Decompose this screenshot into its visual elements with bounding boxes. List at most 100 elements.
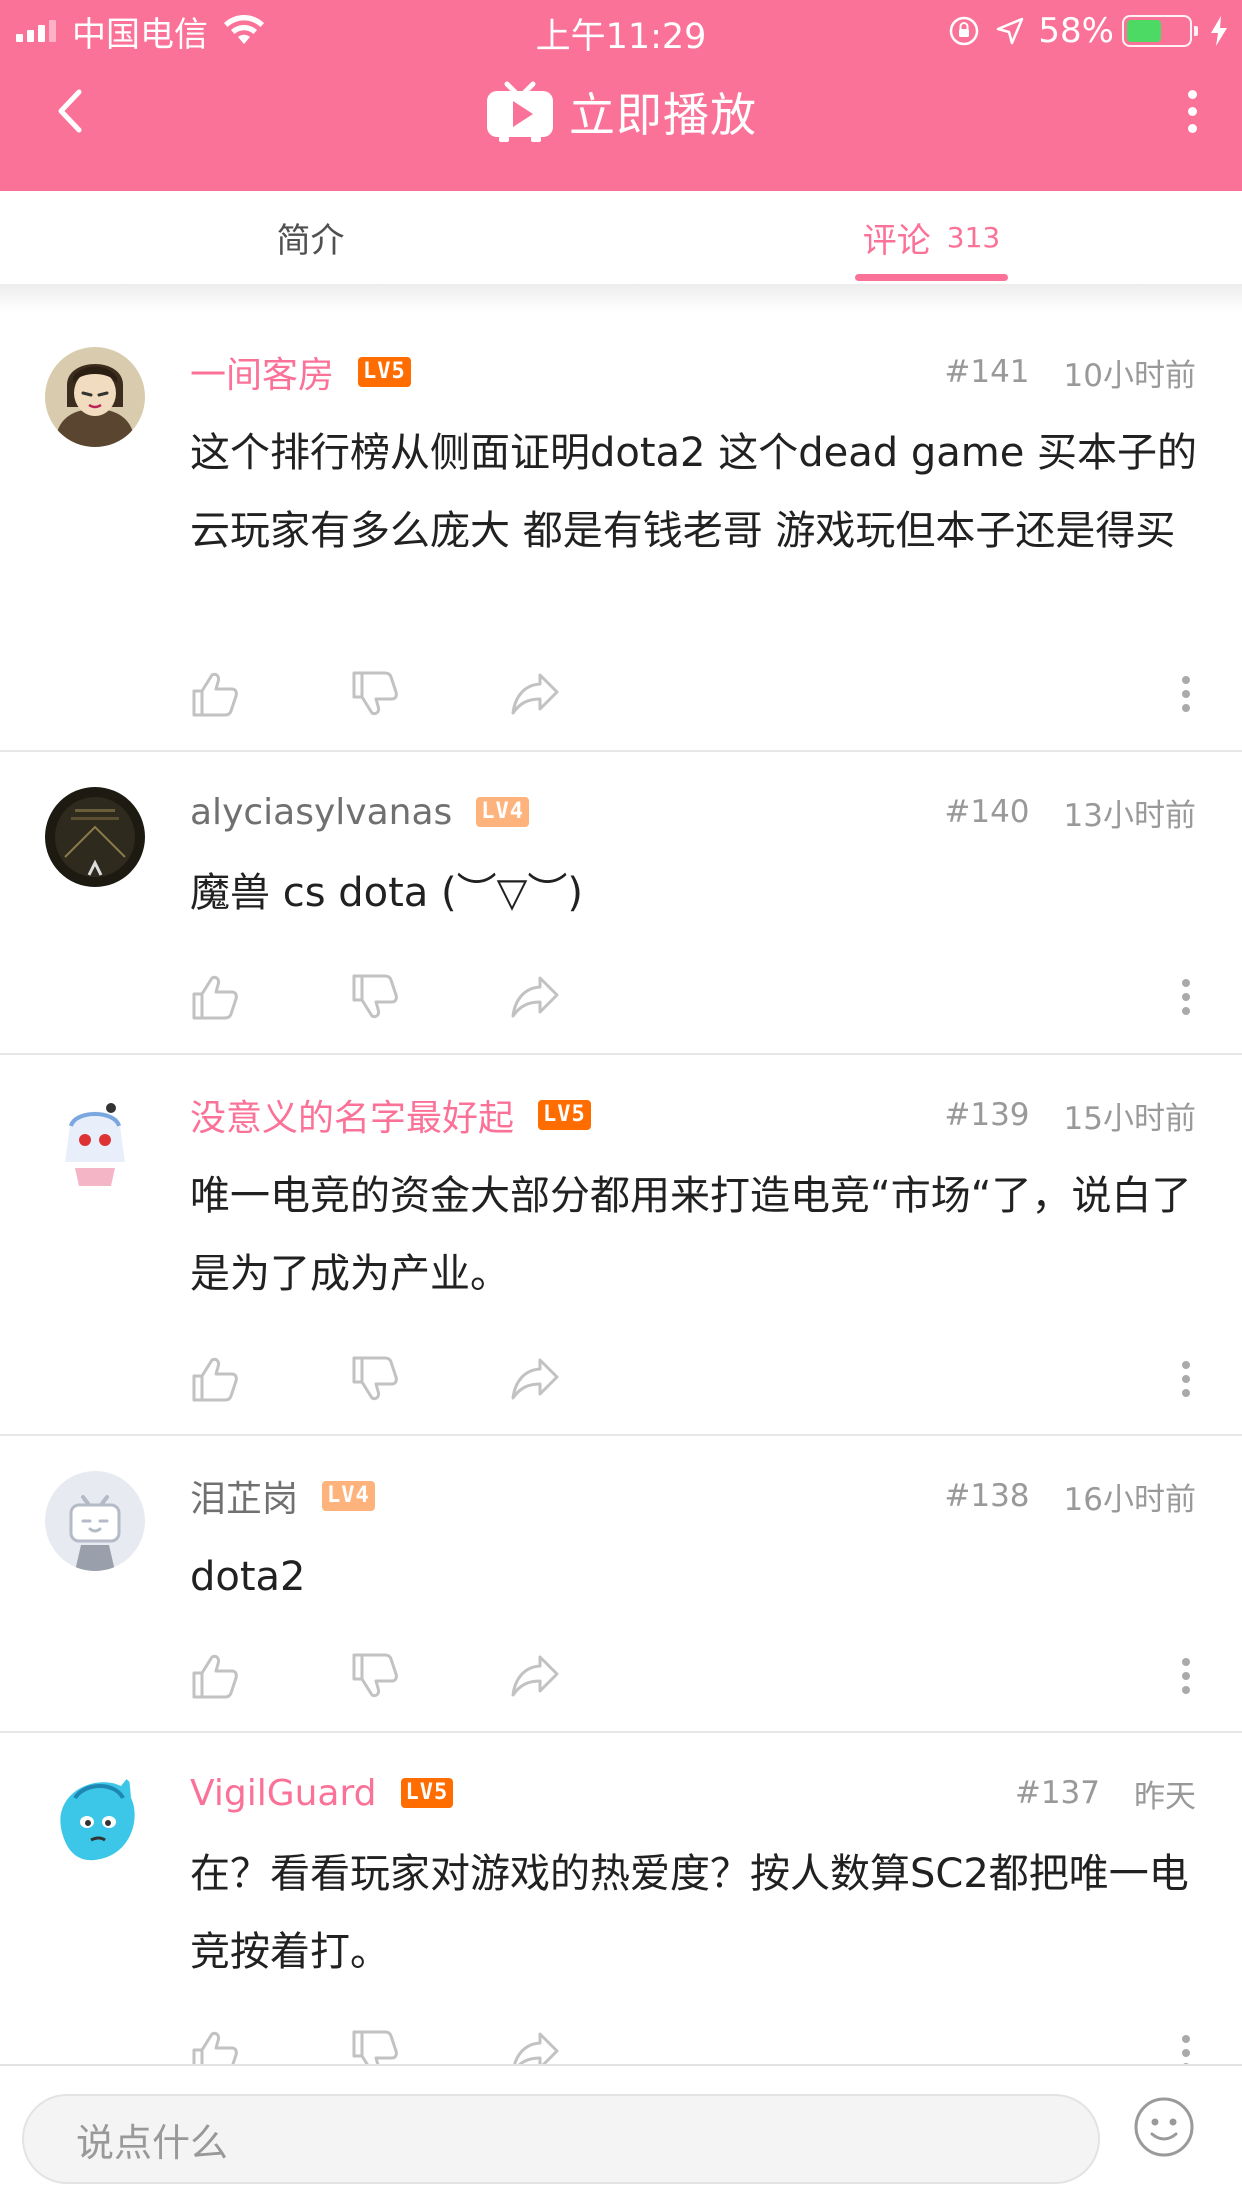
dislike-button[interactable] bbox=[350, 1651, 400, 1701]
play-now-button[interactable]: 立即播放 bbox=[0, 72, 1242, 152]
like-icon bbox=[192, 2031, 238, 2064]
status-right: 58% bbox=[934, 10, 1230, 52]
comment-more-button[interactable] bbox=[1176, 1651, 1196, 1701]
comment-meta: #140 13小时前 bbox=[944, 790, 1196, 835]
dislike-button[interactable] bbox=[350, 669, 400, 719]
comment-item: 泪芷岗 LV4 #138 16小时前 dota2 bbox=[0, 1436, 1242, 1733]
comment-actions bbox=[190, 1349, 1196, 1409]
username[interactable]: 没意义的名字最好起 bbox=[190, 1089, 514, 1141]
like-button[interactable] bbox=[190, 2028, 240, 2064]
avatar-image bbox=[45, 1090, 145, 1190]
like-button[interactable] bbox=[190, 972, 240, 1022]
tab-comments[interactable]: 评论 313 bbox=[621, 191, 1242, 284]
dislike-icon bbox=[352, 1356, 398, 1401]
avatar[interactable] bbox=[45, 1768, 145, 1868]
username[interactable]: 泪芷岗 bbox=[190, 1470, 298, 1522]
comment-more-button[interactable] bbox=[1176, 669, 1196, 719]
dislike-icon bbox=[352, 2030, 398, 2064]
more-vertical-icon bbox=[1182, 676, 1190, 684]
comment-more-button[interactable] bbox=[1176, 2028, 1196, 2064]
comment-item: 没意义的名字最好起 LV5 #139 15小时前 唯一电竞的资金大部分都用来打造… bbox=[0, 1055, 1242, 1436]
comment-input[interactable]: 说点什么 bbox=[22, 2094, 1100, 2184]
emoji-icon[interactable] bbox=[1133, 2096, 1195, 2158]
comment-text: 这个排行榜从侧面证明dota2 这个dead game 买本子的云玩家有多么庞大… bbox=[190, 430, 1198, 554]
level-badge: LV5 bbox=[358, 357, 411, 387]
comment-item: alyciasylvanas LV4 #140 13小时前 魔兽 cs dota… bbox=[0, 752, 1242, 1055]
more-vertical-icon bbox=[1182, 1658, 1190, 1666]
comment-header: alyciasylvanas LV4 #140 13小时前 bbox=[190, 784, 1196, 840]
comment-text: 在？看看玩家对游戏的热爱度？按人数算SC2都把唯一电竞按着打。 bbox=[190, 1851, 1189, 1975]
comment-header: 没意义的名字最好起 LV5 #139 15小时前 bbox=[190, 1087, 1196, 1143]
dislike-button[interactable] bbox=[350, 972, 400, 1022]
dislike-button[interactable] bbox=[350, 2028, 400, 2064]
comment-more-button[interactable] bbox=[1176, 972, 1196, 1022]
more-vertical-icon bbox=[1182, 2035, 1190, 2043]
floor-number: #139 bbox=[944, 1097, 1030, 1133]
comment-count: 313 bbox=[946, 221, 1001, 254]
comment-text: dota2 bbox=[190, 1554, 306, 1600]
tab-intro-label: 简介 bbox=[276, 221, 345, 261]
avatar[interactable] bbox=[45, 1471, 145, 1571]
comment-input-bar: 说点什么 bbox=[0, 2064, 1242, 2208]
battery-percent: 58% bbox=[1038, 11, 1114, 51]
username[interactable]: 一间客房 bbox=[190, 346, 334, 398]
avatar[interactable] bbox=[45, 1090, 145, 1190]
share-button[interactable] bbox=[510, 1651, 560, 1701]
dislike-icon bbox=[352, 974, 398, 1019]
app-header: 中国电信 上午11:29 58% 立即播放 bbox=[0, 0, 1242, 191]
comment-actions bbox=[190, 664, 1196, 724]
level-badge: LV5 bbox=[400, 1778, 454, 1808]
like-icon bbox=[192, 672, 238, 717]
comment-header: VigilGuard LV5 #137 昨天 bbox=[190, 1765, 1196, 1821]
share-button[interactable] bbox=[510, 2028, 560, 2064]
comment-text: 魔兽 cs dota (︶▽︶) bbox=[190, 870, 584, 916]
like-button[interactable] bbox=[190, 669, 240, 719]
floor-number: #140 bbox=[944, 794, 1030, 830]
share-button[interactable] bbox=[510, 669, 560, 719]
comment-meta: #139 15小时前 bbox=[944, 1093, 1196, 1138]
dislike-button[interactable] bbox=[350, 1354, 400, 1404]
more-vertical-icon bbox=[1182, 979, 1190, 987]
share-button[interactable] bbox=[510, 972, 560, 1022]
comment-time: 16小时前 bbox=[1063, 1481, 1196, 1518]
share-icon bbox=[511, 976, 559, 1018]
dislike-icon bbox=[352, 1653, 398, 1698]
comment-actions bbox=[190, 2023, 1196, 2064]
comment-header: 泪芷岗 LV4 #138 16小时前 bbox=[190, 1468, 1196, 1524]
comment-item: VigilGuard LV5 #137 昨天 在？看看玩家对游戏的热爱度？按人数… bbox=[0, 1733, 1242, 2064]
tab-divider bbox=[0, 284, 1242, 312]
comment-meta: #141 10小时前 bbox=[944, 350, 1196, 395]
location-icon bbox=[997, 17, 1024, 45]
charging-icon bbox=[1211, 16, 1227, 46]
like-button[interactable] bbox=[190, 1651, 240, 1701]
comment-actions bbox=[190, 1646, 1196, 1706]
more-options-button[interactable] bbox=[1162, 76, 1222, 146]
tv-play-icon bbox=[487, 81, 553, 142]
comment-list[interactable]: 一间客房 LV5 #141 10小时前 这个排行榜从侧面证明dota2 这个de… bbox=[0, 312, 1242, 2064]
username[interactable]: VigilGuard bbox=[190, 1773, 377, 1814]
comment-meta: #137 昨天 bbox=[1015, 1771, 1196, 1816]
share-icon bbox=[511, 1358, 559, 1400]
level-badge: LV4 bbox=[322, 1481, 375, 1511]
comment-time: 昨天 bbox=[1134, 1778, 1196, 1815]
like-icon bbox=[192, 1357, 238, 1402]
share-button[interactable] bbox=[510, 1354, 560, 1404]
page-title: 立即播放 bbox=[569, 88, 757, 142]
share-icon bbox=[513, 2032, 559, 2064]
avatar-image bbox=[45, 1768, 145, 1868]
floor-number: #138 bbox=[944, 1478, 1030, 1514]
comment-actions bbox=[190, 967, 1196, 1027]
tab-intro[interactable]: 简介 bbox=[0, 191, 621, 284]
username[interactable]: alyciasylvanas bbox=[190, 792, 452, 833]
avatar[interactable] bbox=[45, 787, 145, 887]
level-badge: LV4 bbox=[476, 797, 530, 827]
like-button[interactable] bbox=[190, 1354, 240, 1404]
battery-level-fill bbox=[1127, 20, 1161, 42]
share-icon bbox=[511, 1655, 559, 1697]
comment-text: 唯一电竞的资金大部分都用来打造电竞“市场“了，说白了是为了成为产业。 bbox=[190, 1173, 1192, 1297]
comment-meta: #138 16小时前 bbox=[944, 1474, 1196, 1519]
default-avatar-icon bbox=[45, 1471, 145, 1571]
comment-more-button[interactable] bbox=[1176, 1354, 1196, 1404]
battery-icon bbox=[1122, 15, 1198, 47]
avatar[interactable] bbox=[45, 347, 145, 447]
